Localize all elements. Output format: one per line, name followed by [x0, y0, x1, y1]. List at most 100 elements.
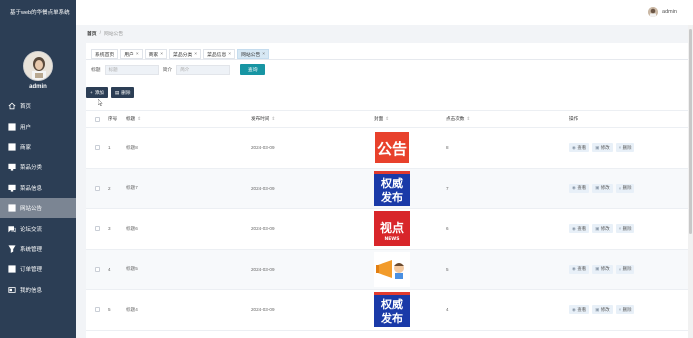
edit-icon: ▣	[595, 225, 600, 231]
header-title[interactable]: 标题 ⇕	[126, 116, 251, 122]
monitor-icon	[8, 184, 16, 192]
close-icon[interactable]: ×	[194, 52, 197, 57]
tab-3[interactable]: 菜品分类 ×	[169, 49, 202, 59]
sidebar-item-2[interactable]: 商家	[0, 137, 76, 157]
row-clicks: 8	[446, 145, 449, 151]
sidebar-item-label: 我的信息	[20, 287, 43, 294]
sidebar-item-8[interactable]: 订单管理	[0, 259, 76, 279]
bulk-delete-button[interactable]: ▤ 删除	[110, 87, 135, 98]
close-icon[interactable]: ×	[228, 52, 231, 57]
view-button[interactable]: ◉ 查看	[569, 305, 590, 315]
title-search-input[interactable]: 标题	[104, 64, 159, 75]
delete-button[interactable]: × 删除	[615, 305, 635, 315]
breadcrumb-home[interactable]: 首页	[87, 30, 97, 37]
sidebar-item-label: 论坛交流	[20, 226, 43, 233]
sidebar-item-3[interactable]: 菜品分类	[0, 157, 76, 177]
delete-button[interactable]: × 删除	[615, 183, 635, 193]
sidebar-item-7[interactable]: 系统管理	[0, 239, 76, 259]
tab-4[interactable]: 菜品信息 ×	[203, 49, 236, 59]
user-name[interactable]: admin	[662, 9, 677, 15]
row-actions: ◉ 查看 ▣ 修改 × 删除	[569, 305, 679, 315]
pin-icon	[8, 245, 16, 253]
view-button[interactable]: ◉ 查看	[569, 264, 590, 274]
tab-label: 菜品分类	[173, 52, 193, 58]
close-icon[interactable]: ×	[160, 52, 163, 57]
row-checkbox[interactable]	[94, 226, 100, 232]
edit-button[interactable]: ▣ 修改	[592, 305, 613, 315]
tab-5[interactable]: 网站公告 ×	[237, 49, 270, 59]
view-button[interactable]: ◉ 查看	[569, 143, 590, 153]
sidebar-item-0[interactable]: 首页	[0, 96, 76, 116]
delete-button[interactable]: × 删除	[615, 264, 635, 274]
intro-search-input[interactable]: 简介	[176, 64, 231, 75]
home-icon	[8, 102, 16, 110]
header-cover[interactable]: 封面 ⇕	[374, 116, 446, 122]
top-header: admin	[76, 0, 693, 25]
table-body: 1 标题8 2024-03-09 公告 8 ◉ 查看 ▣ 修改 × 删除 2 标题7 2024-03-09…	[86, 128, 688, 331]
tab-label: 菜品信息	[207, 52, 227, 58]
search-button[interactable]: 查询	[240, 64, 266, 75]
svg-text:NEWS: NEWS	[384, 236, 399, 242]
sidebar-item-9[interactable]: 我的信息	[0, 280, 76, 300]
edit-button[interactable]: ▣ 修改	[592, 143, 613, 153]
close-icon: ×	[618, 266, 622, 272]
tab-2[interactable]: 商家 ×	[144, 49, 168, 59]
gonggao-image[interactable]: 公告	[374, 130, 410, 166]
edit-button[interactable]: ▣ 修改	[592, 183, 613, 193]
sidebar-item-5[interactable]: 网站公告	[0, 197, 76, 219]
sort-icon: ⇕	[385, 116, 390, 121]
edit-icon: ▣	[595, 144, 600, 150]
row-checkbox[interactable]	[94, 185, 100, 191]
row-index: 1	[108, 145, 111, 151]
sidebar-item-label: 用户	[20, 124, 32, 131]
tab-label: 用户	[124, 52, 134, 58]
tab-0[interactable]: 系统首页	[91, 49, 119, 59]
close-icon[interactable]: ×	[262, 52, 265, 57]
grid-icon	[8, 265, 16, 273]
user-avatar[interactable]	[648, 7, 658, 17]
table-row: 3 标题6 2024-03-09 视点 NEWS 6 ◉ 查看 ▣ 修改 × 删除	[86, 209, 688, 250]
edit-icon: ▣	[595, 306, 600, 312]
eye-icon: ◉	[572, 306, 576, 312]
avatar[interactable]	[23, 51, 53, 81]
quanwei-fabu-image[interactable]: 权威 发布	[374, 170, 410, 206]
delete-button[interactable]: × 删除	[615, 143, 635, 153]
grid-icon	[8, 204, 16, 212]
row-checkbox[interactable]	[94, 307, 100, 313]
view-button[interactable]: ◉ 查看	[569, 224, 590, 234]
vertical-scrollbar[interactable]	[688, 25, 693, 338]
view-button[interactable]: ◉ 查看	[569, 183, 590, 193]
add-button[interactable]: + 添加	[86, 87, 108, 98]
row-clicks: 7	[446, 185, 449, 191]
header-date[interactable]: 发布时间 ⇕	[251, 116, 374, 122]
close-icon[interactable]: ×	[136, 52, 139, 57]
header-clicks[interactable]: 点击次数 ⇕	[446, 116, 569, 122]
edit-button[interactable]: ▣ 修改	[592, 224, 613, 234]
quanwei-fabu-image[interactable]: 权威 发布	[374, 292, 410, 328]
eye-icon: ◉	[572, 185, 576, 191]
eye-icon: ◉	[572, 225, 576, 231]
edit-button[interactable]: ▣ 修改	[592, 264, 613, 274]
select-all-checkbox[interactable]	[94, 116, 100, 122]
row-index: 4	[108, 266, 111, 272]
add-button-label: 添加	[94, 89, 104, 95]
sidebar-item-1[interactable]: 用户	[0, 116, 76, 136]
table-row: 2 标题7 2024-03-09 权威 发布 7 ◉ 查看 ▣ 修改 × 删除	[86, 168, 688, 209]
row-checkbox[interactable]	[94, 145, 100, 151]
sidebar-item-4[interactable]: 菜品信息	[0, 178, 76, 198]
row-actions: ◉ 查看 ▣ 修改 × 删除	[569, 183, 679, 193]
table-header: 序号 标题 ⇕ 发布时间 ⇕ 封面 ⇕ 点击次数 ⇕ 操作	[86, 110, 688, 128]
breadcrumb: 首页 / 网站公告	[87, 30, 123, 37]
tab-1[interactable]: 用户 ×	[120, 49, 143, 59]
sidebar-item-6[interactable]: 论坛交流	[0, 218, 76, 238]
sort-icon: ⇕	[271, 116, 276, 121]
tab-label: 商家	[148, 52, 159, 58]
shidian-news-image[interactable]: 视点 NEWS	[374, 211, 410, 247]
row-checkbox[interactable]	[94, 266, 100, 272]
scrollbar-thumb[interactable]	[689, 29, 692, 234]
megaphone-image[interactable]	[374, 251, 410, 287]
delete-button[interactable]: × 删除	[615, 224, 635, 234]
notice-table: 序号 标题 ⇕ 发布时间 ⇕ 封面 ⇕ 点击次数 ⇕ 操作 1 标题8 2024-03-09…	[86, 110, 688, 331]
svg-text:权威: 权威	[380, 176, 403, 190]
svg-text:视点: 视点	[380, 220, 404, 235]
